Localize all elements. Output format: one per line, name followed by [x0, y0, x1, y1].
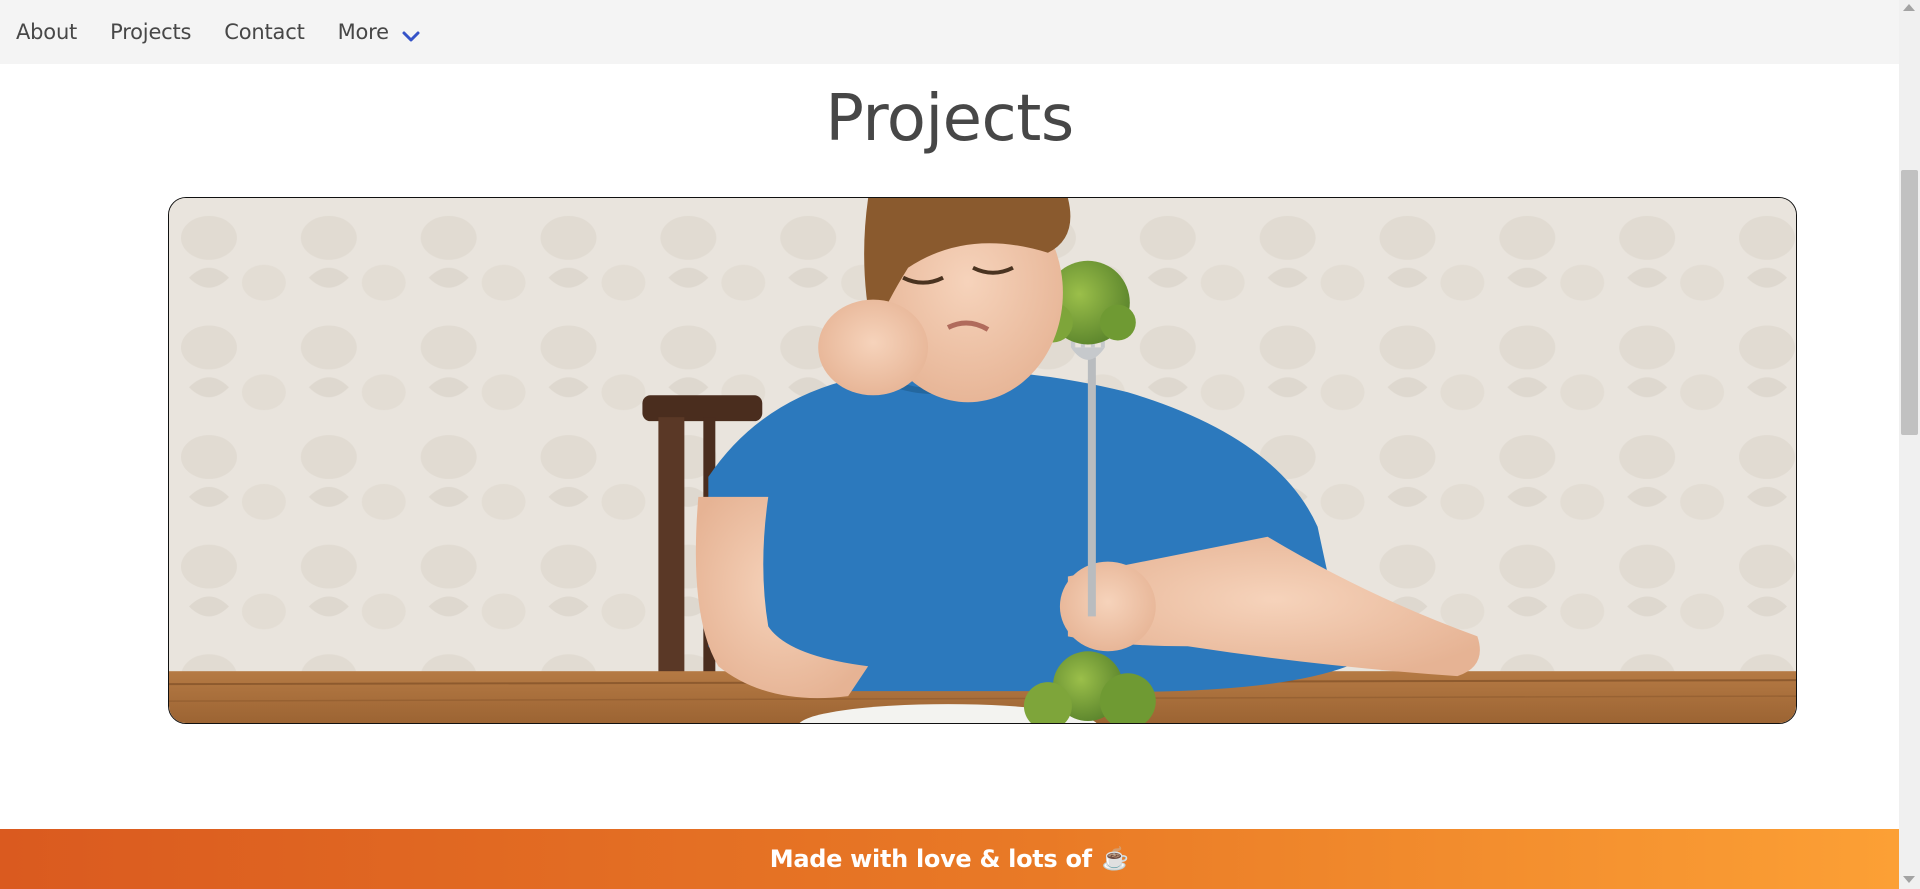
page: About Projects Contact More Projects Mad…: [0, 0, 1920, 889]
scroll-down-arrow-icon[interactable]: [1903, 876, 1915, 883]
nav-item-more-dropdown[interactable]: More: [338, 20, 421, 44]
page-title: Projects: [825, 82, 1074, 156]
footer-text: Made with love & lots of: [769, 845, 1092, 873]
nav-item-projects[interactable]: Projects: [110, 20, 191, 44]
nav-item-label: About: [16, 20, 78, 44]
nav-item-label: Contact: [224, 20, 305, 44]
nav-item-label: Projects: [110, 20, 192, 44]
boy-with-broccoli-illustration: [169, 198, 1796, 723]
chevron-down-icon[interactable]: [401, 25, 421, 42]
nav-item-label: More: [337, 20, 389, 44]
footer-banner: Made with love & lots of ☕: [0, 829, 1899, 889]
coffee-icon: ☕: [1101, 846, 1130, 871]
hero-image: [168, 197, 1797, 724]
scroll-up-arrow-icon[interactable]: [1903, 4, 1915, 11]
scrollbar-thumb[interactable]: [1901, 170, 1918, 435]
top-navbar: About Projects Contact More: [0, 0, 1899, 64]
nav-item-contact[interactable]: Contact: [224, 20, 305, 44]
vertical-scrollbar[interactable]: [1899, 0, 1920, 889]
nav-item-about[interactable]: About: [16, 20, 77, 44]
